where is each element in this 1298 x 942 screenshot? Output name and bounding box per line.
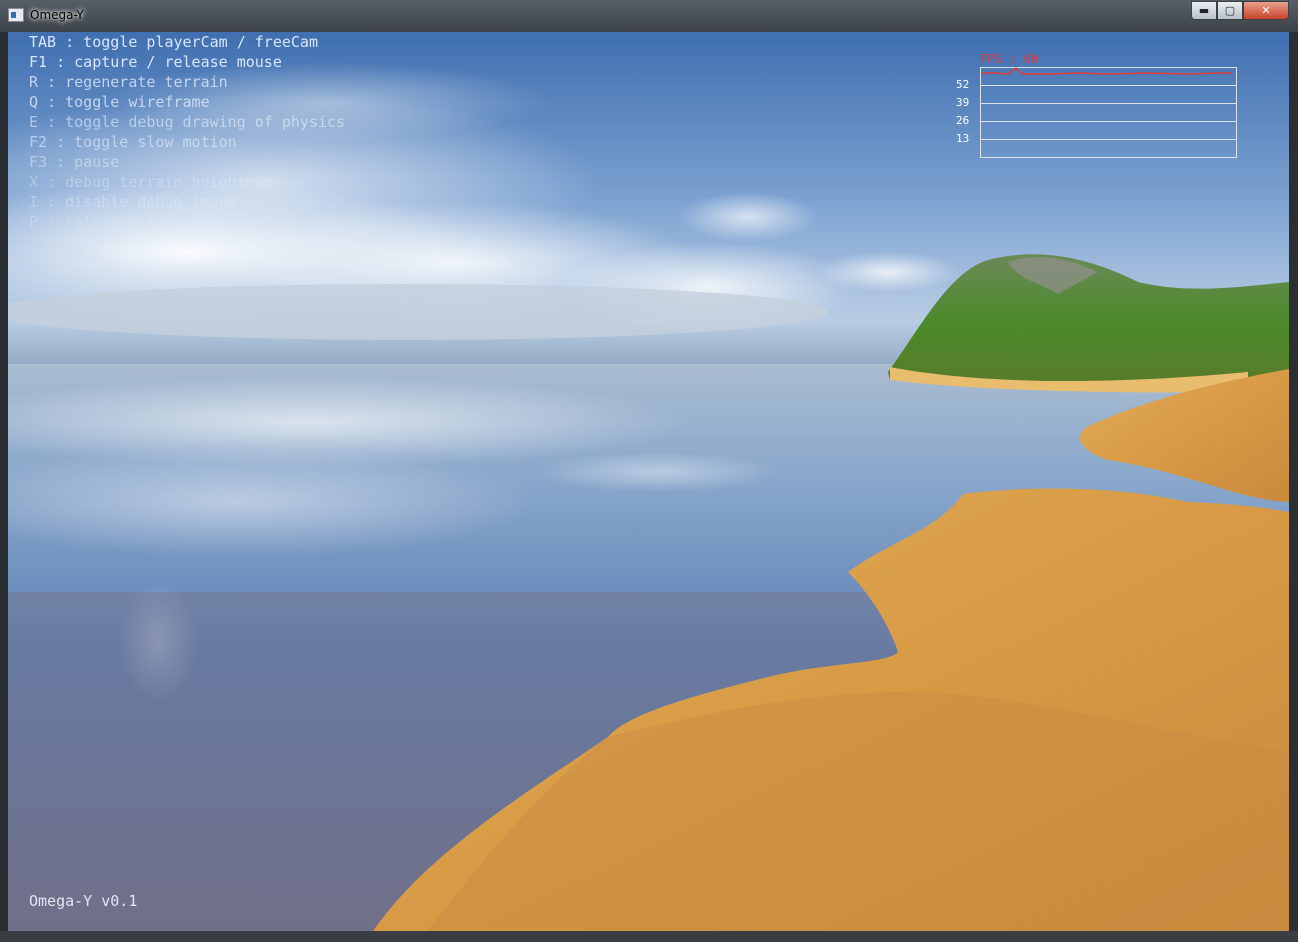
help-line: TAB : toggle playerCam / freeCam xyxy=(29,33,318,51)
help-line: F3 : pause xyxy=(29,153,120,171)
fps-line xyxy=(981,67,1232,75)
fps-tick: 13 xyxy=(956,132,970,145)
title-bar[interactable]: Omega-Y ▬ ▢ ✕ xyxy=(0,0,1298,32)
help-line: R : regenerate terrain xyxy=(29,73,228,91)
app-icon[interactable] xyxy=(8,8,24,22)
close-button[interactable]: ✕ xyxy=(1243,1,1289,20)
version-label: Omega-Y v0.1 xyxy=(29,892,138,910)
controls-help: TAB : toggle playerCam / freeCam F1 : ca… xyxy=(29,32,345,232)
window-controls: ▬ ▢ ✕ xyxy=(1191,1,1289,20)
help-line: Q : toggle wireframe xyxy=(29,93,210,111)
fps-tick: 52 xyxy=(956,78,970,91)
fps-graph: FPS : 60 52 39 26 13 xyxy=(948,50,1248,162)
fps-tick: 26 xyxy=(956,114,970,127)
help-line: X : debug terrain heightmap xyxy=(29,173,273,191)
help-line: F1 : capture / release mouse xyxy=(29,53,282,71)
help-line: E : toggle debug drawing of physics xyxy=(29,113,346,131)
game-window: Omega-Y ▬ ▢ ✕ TAB: toggle playerCam / f… xyxy=(0,0,1298,942)
minimize-button[interactable]: ▬ xyxy=(1191,1,1217,20)
help-line: P : reload all shaders xyxy=(29,213,228,231)
help-line: I : disable debug image xyxy=(29,193,237,211)
fps-axis-ticks: 52 39 26 13 xyxy=(956,76,969,148)
game-viewport[interactable]: TAB : toggle playerCam / freeCam F1 : ca… xyxy=(8,32,1289,931)
maximize-button[interactable]: ▢ xyxy=(1217,1,1243,20)
help-line: F2 : toggle slow motion xyxy=(29,133,237,151)
fps-graph-frame xyxy=(980,67,1237,158)
window-title: Omega-Y xyxy=(30,8,84,22)
window-bottom-border xyxy=(0,931,1298,942)
fps-label: FPS : 60 xyxy=(980,52,1038,66)
fps-tick: 39 xyxy=(956,96,970,109)
